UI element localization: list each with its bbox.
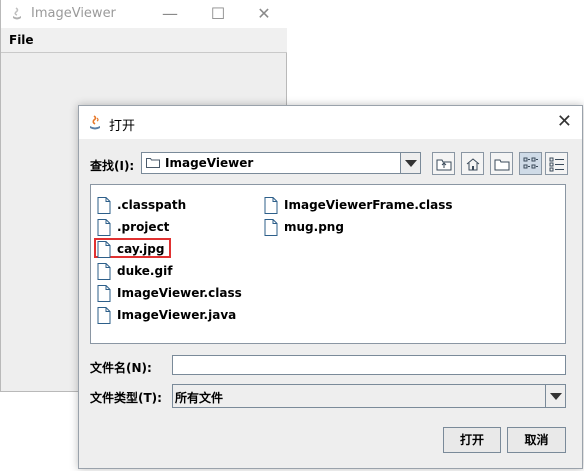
home-icon: [466, 158, 480, 171]
file-name: ImageViewerFrame.class: [284, 198, 453, 212]
list-view-button[interactable]: [519, 152, 542, 175]
file-name: cay.jpg: [117, 242, 165, 256]
close-icon[interactable]: ✕: [557, 112, 572, 132]
close-icon[interactable]: ✕: [253, 4, 275, 24]
up-one-level-icon: [436, 159, 452, 171]
file-name: .project: [117, 220, 170, 234]
menu-bar: File: [1, 28, 287, 53]
look-in-value: ImageViewer: [165, 156, 254, 170]
file-icon: [97, 197, 111, 214]
main-titlebar[interactable]: ImageViewer — ☐ ✕: [1, 0, 287, 28]
maximize-icon[interactable]: ☐: [207, 4, 229, 24]
file-icon: [97, 285, 111, 302]
open-file-dialog: 打开 ✕ 查找(I): ImageViewer .classpath .proj…: [78, 105, 583, 469]
chevron-down-icon[interactable]: [400, 153, 420, 173]
home-button[interactable]: [461, 152, 484, 175]
file-icon: [264, 197, 278, 214]
open-button[interactable]: 打开: [443, 427, 501, 453]
minimize-icon[interactable]: —: [159, 4, 181, 24]
file-list[interactable]: .classpath .project cay.jpg duke.gif Ima…: [90, 184, 566, 344]
file-icon: [264, 219, 278, 236]
file-name: duke.gif: [117, 264, 173, 278]
java-app-icon: [87, 115, 103, 131]
file-icon: [97, 241, 111, 258]
menu-file[interactable]: File: [9, 33, 34, 47]
list-view-icon: [523, 157, 538, 169]
file-type-label: 文件类型(T):: [90, 391, 162, 405]
file-name: mug.png: [284, 220, 344, 234]
up-one-level-button[interactable]: [432, 152, 455, 175]
main-window-title: ImageViewer: [31, 6, 116, 21]
file-name: .classpath: [117, 198, 187, 212]
file-type-combo[interactable]: 所有文件: [172, 384, 566, 408]
details-view-button[interactable]: [545, 152, 568, 175]
java-app-icon: [13, 7, 21, 20]
new-folder-button[interactable]: [490, 152, 513, 175]
new-folder-icon: [494, 159, 510, 171]
folder-icon: [146, 158, 160, 168]
look-in-label: 查找(I):: [90, 159, 135, 173]
file-name: ImageViewer.class: [117, 286, 242, 300]
file-type-value: 所有文件: [175, 391, 224, 405]
look-in-combo[interactable]: ImageViewer: [141, 152, 421, 174]
dialog-title: 打开: [109, 119, 136, 134]
chevron-down-icon[interactable]: [545, 385, 565, 407]
file-name-label: 文件名(N):: [90, 361, 152, 375]
file-icon: [97, 307, 111, 324]
file-icon: [97, 219, 111, 236]
file-name: ImageViewer.java: [117, 308, 237, 322]
file-name-input[interactable]: [172, 355, 566, 375]
file-icon: [97, 263, 111, 280]
details-view-icon: [549, 157, 564, 172]
dialog-titlebar[interactable]: 打开 ✕: [79, 106, 582, 139]
cancel-button[interactable]: 取消: [507, 427, 566, 453]
